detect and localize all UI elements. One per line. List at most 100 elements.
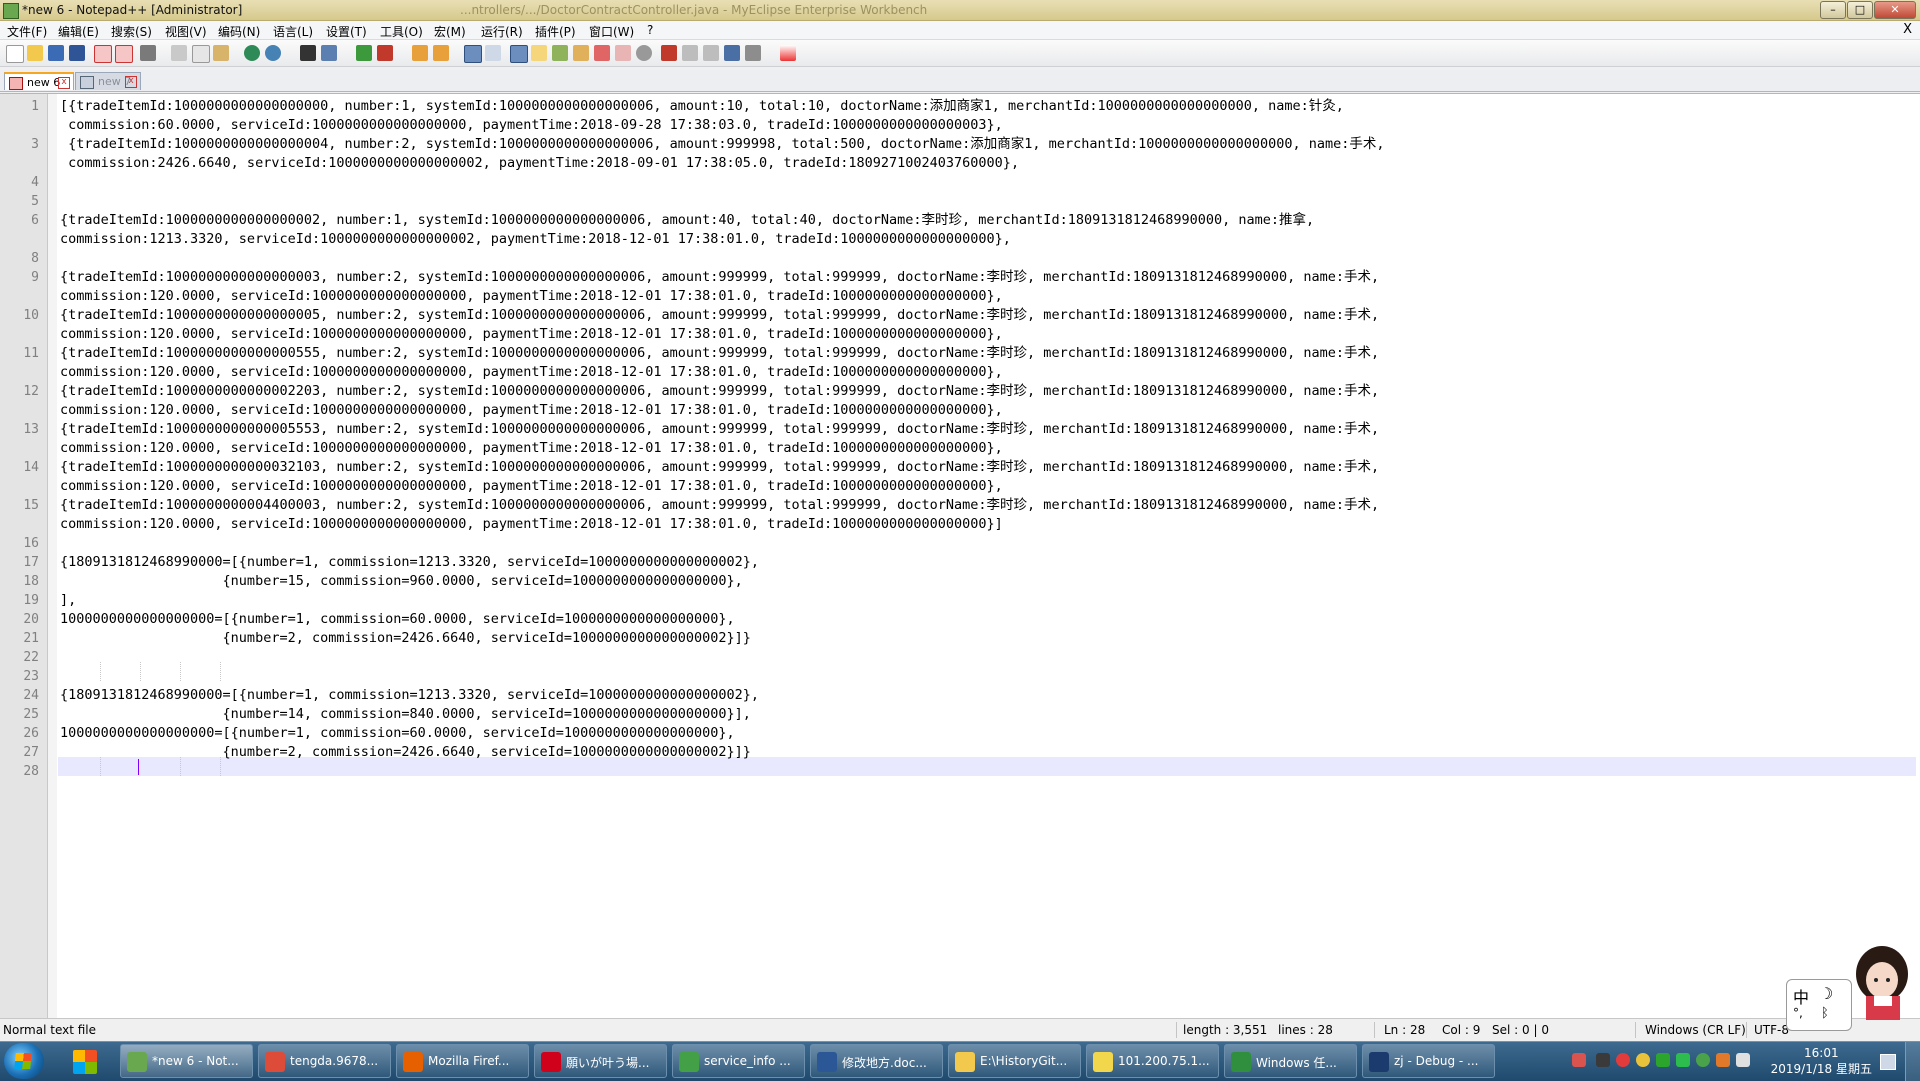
menu-macro[interactable]: 宏(M) — [434, 23, 466, 40]
menu-file[interactable]: 文件(F) — [7, 23, 47, 40]
status-eol[interactable]: Windows (CR LF) — [1645, 1023, 1746, 1037]
ime-toolbar[interactable]: 中 ☽ °, ᛒ — [1786, 979, 1852, 1031]
taskbar-button[interactable]: *new 6 - Not... — [120, 1044, 253, 1078]
tab-new-7[interactable]: new 7 x — [75, 72, 141, 90]
folder-workspace-icon[interactable] — [594, 45, 610, 61]
menu-search[interactable]: 搜索(S) — [111, 23, 152, 40]
function-list-icon[interactable] — [573, 45, 589, 61]
close-all-icon[interactable] — [115, 45, 133, 63]
taskbar-button[interactable]: zj - Debug - ... — [1362, 1044, 1495, 1078]
code-line[interactable]: [{tradeItemId:1000000000000000000, numbe… — [60, 97, 1344, 116]
tab-close-icon[interactable]: x — [58, 77, 70, 89]
undo-icon[interactable] — [244, 45, 260, 61]
action-center-icon[interactable] — [1880, 1054, 1896, 1070]
zoom-out-icon[interactable] — [377, 45, 393, 61]
chrome-tray-icon[interactable] — [1636, 1053, 1650, 1067]
code-line[interactable]: commission:60.0000, serviceId:1000000000… — [60, 116, 1003, 135]
paste-icon[interactable] — [213, 45, 229, 61]
code-line[interactable]: commission:120.0000, serviceId:100000000… — [60, 439, 1003, 458]
code-line[interactable]: {tradeItemId:1000000000000000004, number… — [60, 135, 1384, 154]
code-line[interactable]: {tradeItemId:1000000000000000002, number… — [60, 211, 1314, 230]
taskbar-button[interactable]: 願いが叶う場... — [534, 1044, 667, 1078]
monitor-icon[interactable] — [615, 45, 631, 61]
keyboard-icon[interactable] — [1596, 1053, 1610, 1067]
taskbar-button[interactable]: E:\HistoryGit... — [948, 1044, 1081, 1078]
code-line[interactable]: 1000000000000000000=[{number=1, commissi… — [60, 610, 735, 629]
code-line[interactable]: {number=2, commission=2426.6640, service… — [60, 743, 751, 762]
code-line[interactable]: commission:120.0000, serviceId:100000000… — [60, 401, 1003, 420]
code-line[interactable]: {tradeItemId:1000000000000002203, number… — [60, 382, 1379, 401]
code-line[interactable]: {tradeItemId:1000000000000000003, number… — [60, 268, 1379, 287]
copy-icon[interactable] — [192, 45, 210, 63]
doc-map-icon[interactable] — [552, 45, 568, 61]
code-line[interactable]: commission:120.0000, serviceId:100000000… — [60, 325, 1003, 344]
code-line[interactable]: {number=15, commission=960.0000, service… — [60, 572, 743, 591]
menu-tools[interactable]: 工具(O) — [380, 23, 423, 40]
code-line[interactable]: {tradeItemId:1000000000000005553, number… — [60, 420, 1379, 439]
taskbar-button[interactable]: Mozilla Firef... — [396, 1044, 529, 1078]
code-line[interactable]: {tradeItemId:1000000000000000005, number… — [60, 306, 1379, 325]
menu-settings[interactable]: 设置(T) — [326, 23, 367, 40]
record-macro-icon[interactable] — [636, 45, 652, 61]
code-line[interactable]: {1809131812468990000=[{number=1, commiss… — [60, 686, 759, 705]
word-wrap-icon[interactable] — [464, 45, 482, 63]
code-line[interactable]: {number=14, commission=840.0000, service… — [60, 705, 751, 724]
code-line[interactable]: commission:1213.3320, serviceId:10000000… — [60, 230, 1011, 249]
save-macro-icon[interactable] — [724, 45, 740, 61]
show-desktop-button[interactable] — [1905, 1042, 1920, 1081]
close-document-button[interactable]: X — [1903, 22, 1912, 37]
sync-vertical-icon[interactable] — [412, 45, 428, 61]
stop-record-icon[interactable] — [661, 45, 677, 61]
menu-help[interactable]: ? — [647, 23, 653, 37]
play-macro-icon[interactable] — [682, 45, 698, 61]
taskbar-button[interactable]: Windows 任... — [1224, 1044, 1357, 1078]
tab-close-icon[interactable]: x — [125, 76, 137, 88]
code-line[interactable]: ], — [60, 591, 76, 610]
menu-view[interactable]: 视图(V) — [165, 23, 207, 40]
find-icon[interactable] — [300, 45, 316, 61]
antivirus-icon[interactable] — [1616, 1053, 1630, 1067]
code-line[interactable]: commission:120.0000, serviceId:100000000… — [60, 287, 1003, 306]
menu-run[interactable]: 运行(R) — [481, 23, 523, 40]
menu-edit[interactable]: 编辑(E) — [58, 23, 99, 40]
close-icon[interactable] — [94, 45, 112, 63]
code-line[interactable]: {1809131812468990000=[{number=1, commiss… — [60, 553, 759, 572]
taskbar-button[interactable]: tengda.9678... — [258, 1044, 391, 1078]
chinese-mode-label[interactable]: 中 — [1793, 984, 1809, 1008]
taskbar-button[interactable]: 修改地方.doc... — [810, 1044, 943, 1078]
skin-icon[interactable]: ᛒ — [1821, 1006, 1829, 1021]
sync-horizontal-icon[interactable] — [433, 45, 449, 61]
menu-language[interactable]: 语言(L) — [273, 23, 313, 40]
store-icon[interactable] — [73, 1050, 97, 1074]
tab-new-6[interactable]: new 6 x — [4, 72, 74, 90]
status-encoding[interactable]: UTF-8 — [1754, 1023, 1789, 1037]
menu-plugins[interactable]: 插件(P) — [535, 23, 576, 40]
replace-icon[interactable] — [321, 45, 337, 61]
code-line[interactable]: {tradeItemId:1000000000000032103, number… — [60, 458, 1379, 477]
qq-icon[interactable] — [1716, 1053, 1730, 1067]
show-all-chars-icon[interactable] — [485, 45, 501, 61]
code-line[interactable]: 1000000000000000000=[{number=1, commissi… — [60, 724, 735, 743]
close-button[interactable]: ✕ — [1874, 1, 1916, 19]
code-line[interactable]: commission:2426.6640, serviceId:10000000… — [60, 154, 1019, 173]
indent-guide-icon[interactable] — [510, 45, 528, 63]
code-line[interactable]: {tradeItemId:1000000000004400003, number… — [60, 496, 1379, 515]
sogou-icon[interactable] — [1572, 1053, 1586, 1067]
text-editor[interactable]: 1 3 4 5 6 8 9 10 11 12 13 14 15 16 17 18 19 20 21 22 23 24 25 2… — [0, 93, 1920, 1018]
save-icon[interactable] — [48, 45, 64, 61]
start-button[interactable] — [4, 1043, 44, 1079]
cut-icon[interactable] — [171, 45, 187, 61]
minimize-button[interactable]: – — [1820, 1, 1846, 19]
redo-icon[interactable] — [265, 45, 281, 61]
new-file-icon[interactable] — [6, 45, 24, 63]
ime-mascot-icon[interactable] — [1846, 940, 1916, 1020]
maximize-button[interactable]: □ — [1847, 1, 1873, 19]
abc-spell-icon[interactable] — [780, 45, 796, 61]
user-lang-icon[interactable] — [531, 45, 547, 61]
code-line[interactable]: {number=2, commission=2426.6640, service… — [60, 629, 751, 648]
save-all-icon[interactable] — [69, 45, 85, 61]
code-line[interactable]: commission:120.0000, serviceId:100000000… — [60, 515, 1003, 534]
taskbar-button[interactable]: 101.200.75.1... — [1086, 1044, 1219, 1078]
clock[interactable]: 16:01 2019/1/18 星期五 — [1771, 1045, 1872, 1077]
code-line[interactable]: commission:120.0000, serviceId:100000000… — [60, 363, 1003, 382]
